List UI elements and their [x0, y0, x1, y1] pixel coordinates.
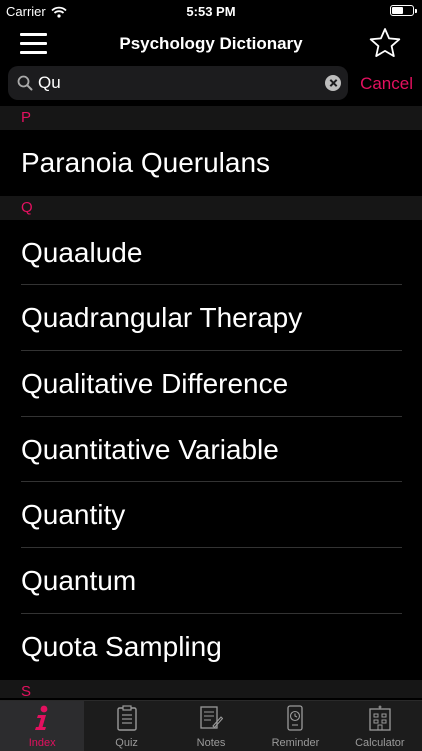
list-item[interactable]: Quaalude [0, 219, 422, 286]
list-item[interactable]: Quantitative Variable [0, 416, 422, 483]
list-item[interactable]: Qualitative Difference [0, 351, 422, 417]
list-item-label: Quantum [21, 564, 137, 596]
section-header: Q [0, 195, 422, 220]
tab-label: Calculator [355, 737, 405, 749]
status-time: 5:53 PM [186, 4, 236, 19]
clear-search-icon[interactable] [325, 75, 341, 91]
list-item[interactable]: Quantity [0, 482, 422, 549]
list-item-label: Qualitative Difference [21, 367, 289, 399]
tab-label: Notes [196, 737, 226, 749]
tab-notes[interactable]: Notes [169, 701, 253, 751]
navigation-bar: Psychology Dictionary [0, 24, 422, 64]
tab-label: Quiz [115, 737, 138, 749]
cancel-button[interactable]: Cancel [360, 74, 413, 94]
tab-label: Reminder [271, 737, 320, 749]
calculator-icon [368, 705, 392, 736]
list-item-label: Quadrangular Therapy [21, 302, 303, 334]
search-field [8, 66, 348, 100]
tab-reminder[interactable]: Reminder [253, 701, 337, 751]
tab-quiz[interactable]: Quiz [84, 701, 168, 751]
list-item[interactable]: Quota Sampling [0, 613, 422, 680]
tab-index[interactable]: Index [0, 701, 85, 751]
results-list[interactable]: P Paranoia Querulans Q Quaalude Quadrangular… [0, 106, 422, 700]
battery-icon [390, 5, 417, 16]
search-input[interactable] [38, 66, 318, 100]
favorites-button[interactable] [368, 26, 402, 60]
list-item-label: Quantity [21, 499, 126, 531]
tab-bar: Index Quiz Notes Reminder Calculator [0, 700, 422, 751]
list-item[interactable]: Quantum [0, 548, 422, 614]
section-header: S [0, 679, 422, 700]
reminder-icon [284, 705, 306, 736]
tab-label: Index [28, 737, 56, 749]
list-item-label: Quaalude [21, 236, 143, 268]
notes-icon [199, 705, 224, 736]
info-icon [31, 705, 53, 736]
section-header: P [0, 106, 422, 130]
tab-calculator[interactable]: Calculator [338, 701, 422, 751]
list-item-label: Paranoia Querulans [21, 146, 271, 178]
list-item-label: Quantitative Variable [21, 433, 279, 465]
page-title: Psychology Dictionary [119, 34, 303, 53]
list-item[interactable]: Quadrangular Therapy [0, 285, 422, 352]
search-bar: Cancel [0, 64, 422, 106]
star-icon [369, 28, 401, 58]
battery-fill [392, 7, 403, 14]
status-bar: Carrier 5:53 PM [0, 0, 422, 24]
list-item[interactable]: Paranoia Querulans [0, 130, 422, 196]
clipboard-icon [116, 705, 138, 736]
search-icon [17, 75, 33, 91]
list-item-label: Quota Sampling [21, 630, 222, 662]
